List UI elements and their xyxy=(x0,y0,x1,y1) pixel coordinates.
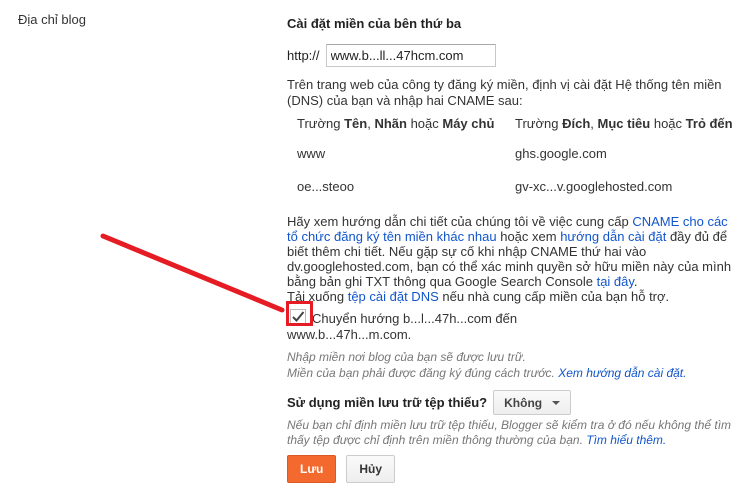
domain-hint: Nhập miền nơi blog của bạn sẽ được lưu t… xyxy=(287,350,687,380)
section-title: Cài đặt miền của bên thứ ba xyxy=(287,16,462,31)
save-button[interactable]: Lưu xyxy=(287,455,337,483)
redirect-target: www.b...47h...m.com. xyxy=(287,327,412,342)
search-console-link[interactable]: tại đây xyxy=(597,274,634,289)
action-buttons: Lưu Hủy xyxy=(287,455,396,483)
header-name-field: Trường Tên, Nhãn hoặc Máy chủ xyxy=(297,116,495,131)
fallback-label: Sử dụng miền lưu trữ tệp thiếu? xyxy=(287,395,488,410)
url-row: http:// xyxy=(287,43,496,68)
learn-more-link[interactable]: Tìm hiểu thêm. xyxy=(586,433,666,447)
dns-file-link[interactable]: tệp cài đặt DNS xyxy=(348,289,439,304)
blog-address-label: Địa chỉ blog xyxy=(18,12,86,27)
table-row: www ghs.google.com xyxy=(297,146,743,179)
header-target-field: Trường Đích, Mục tiêu hoặc Trỏ đến xyxy=(515,116,733,131)
fallback-hint: Nếu bạn chỉ định miền lưu trữ tệp thiếu,… xyxy=(287,418,732,447)
url-prefix: http:// xyxy=(287,48,320,63)
cancel-button[interactable]: Hủy xyxy=(346,455,396,483)
chevron-down-icon xyxy=(552,400,561,405)
cname-target: gv-xc...v.googlehosted.com xyxy=(515,179,673,194)
fallback-row: Sử dụng miền lưu trữ tệp thiếu? Không xyxy=(287,390,572,415)
cname-name: oe...steoo xyxy=(297,179,355,194)
setup-guide-link-2[interactable]: Xem hướng dẫn cài đặt. xyxy=(558,366,686,380)
checkmark-icon xyxy=(290,309,306,325)
cname-instruction: Trên trang web của công ty đăng ký miền,… xyxy=(287,77,722,108)
setup-guide-link[interactable]: hướng dẫn cài đặt xyxy=(560,229,666,244)
fallback-select[interactable]: Không xyxy=(493,390,572,415)
redirect-option: Chuyển hướng b...l...47h...com đến www.b… xyxy=(287,307,739,343)
cname-target: ghs.google.com xyxy=(515,146,607,161)
table-header-row: Trường Tên, Nhãn hoặc Máy chủ Trường Đíc… xyxy=(297,116,743,146)
cname-table: Trường Tên, Nhãn hoặc Máy chủ Trường Đíc… xyxy=(297,116,743,212)
cname-name: www xyxy=(297,146,326,161)
domain-input[interactable] xyxy=(325,44,496,67)
table-row: oe...steoo gv-xc...v.googlehosted.com xyxy=(297,179,743,212)
redirect-label: Chuyển hướng b...l...47h...com đến xyxy=(312,311,518,326)
help-paragraph: Hãy xem hướng dẫn chi tiết của chúng tôi… xyxy=(287,214,732,304)
redirect-checkbox[interactable] xyxy=(290,309,306,325)
